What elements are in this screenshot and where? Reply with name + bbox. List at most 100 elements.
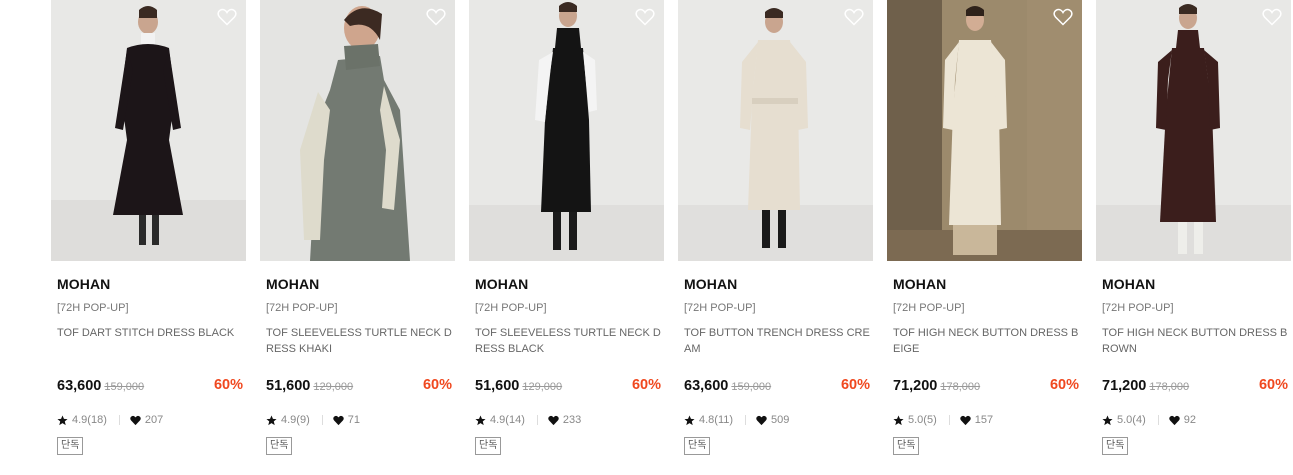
product-meta: 4.9(9) 71 <box>266 412 360 428</box>
product-image[interactable] <box>1096 0 1291 261</box>
rating-text: 5.0(4) <box>1117 414 1146 426</box>
discount-rate: 60% <box>422 377 452 393</box>
promo-tag: [72H POP-UP] <box>1102 302 1174 314</box>
price-row: 71,200 178,000 60% <box>1102 377 1288 397</box>
wishlist-heart-icon[interactable] <box>1262 8 1282 26</box>
product-name[interactable]: TOF SLEEVELESS TURTLE NECK DRESS KHAKI <box>266 325 454 357</box>
heart-filled-icon <box>548 415 559 425</box>
star-icon <box>57 414 68 425</box>
product-image[interactable] <box>469 0 664 261</box>
promo-tag: [72H POP-UP] <box>266 302 338 314</box>
original-price: 178,000 <box>1149 381 1190 393</box>
heart-filled-icon <box>1169 415 1180 425</box>
rating-text: 4.8(11) <box>699 414 734 426</box>
exclusive-badge: 단독 <box>266 437 293 455</box>
product-card[interactable]: MOHAN [72H POP-UP] TOF HIGH NECK BUTTON … <box>1096 0 1291 460</box>
product-image[interactable] <box>51 0 246 261</box>
original-price: 159,000 <box>104 381 145 393</box>
discount-rate: 60% <box>840 377 870 393</box>
product-meta: 4.9(14) 233 <box>475 412 581 428</box>
product-card[interactable]: MOHAN [72H POP-UP] TOF BUTTON TRENCH DRE… <box>678 0 873 460</box>
brand-name[interactable]: MOHAN <box>57 276 110 292</box>
product-card[interactable]: MOHAN [72H POP-UP] TOF SLEEVELESS TURTLE… <box>469 0 664 460</box>
promo-tag: [72H POP-UP] <box>57 302 129 314</box>
sale-price: 51,600 <box>266 378 311 394</box>
heart-filled-icon <box>130 415 141 425</box>
product-name[interactable]: TOF BUTTON TRENCH DRESS CREAM <box>684 325 872 357</box>
product-meta: 5.0(4) 92 <box>1102 412 1196 428</box>
likes-count: 92 <box>1183 414 1196 426</box>
product-meta: 4.8(11) 509 <box>684 412 789 428</box>
discount-rate: 60% <box>1049 377 1079 393</box>
exclusive-badge: 단독 <box>684 437 711 455</box>
sale-price: 63,600 <box>684 378 729 394</box>
wishlist-heart-icon[interactable] <box>844 8 864 26</box>
likes-count: 233 <box>562 414 582 426</box>
sale-price: 71,200 <box>893 378 938 394</box>
product-name[interactable]: TOF HIGH NECK BUTTON DRESS BROWN <box>1102 325 1290 357</box>
rating-text: 4.9(14) <box>490 414 525 426</box>
exclusive-badge: 단독 <box>475 437 502 455</box>
product-image[interactable] <box>887 0 1082 261</box>
rating-text: 4.9(18) <box>72 414 107 426</box>
brand-name[interactable]: MOHAN <box>893 276 946 292</box>
product-meta: 5.0(5) 157 <box>893 412 993 428</box>
original-price: 129,000 <box>313 381 354 393</box>
product-name[interactable]: TOF SLEEVELESS TURTLE NECK DRESS BLACK <box>475 325 663 357</box>
product-grid: MOHAN [72H POP-UP] TOF DART STITCH DRESS… <box>0 0 1293 475</box>
heart-filled-icon <box>333 415 344 425</box>
likes-count: 157 <box>974 414 994 426</box>
divider <box>118 415 120 425</box>
sale-price: 51,600 <box>475 378 520 394</box>
discount-rate: 60% <box>213 377 243 393</box>
price-row: 63,600 159,000 60% <box>57 377 243 397</box>
original-price: 159,000 <box>731 381 772 393</box>
brand-name[interactable]: MOHAN <box>1102 276 1155 292</box>
wishlist-heart-icon[interactable] <box>1053 8 1073 26</box>
divider <box>745 415 747 425</box>
promo-tag: [72H POP-UP] <box>893 302 965 314</box>
product-card[interactable]: MOHAN [72H POP-UP] TOF SLEEVELESS TURTLE… <box>260 0 455 460</box>
product-image[interactable] <box>260 0 455 261</box>
rating-text: 5.0(5) <box>908 414 937 426</box>
likes-count: 71 <box>347 414 360 426</box>
promo-tag: [72H POP-UP] <box>475 302 547 314</box>
divider <box>536 415 538 425</box>
product-name[interactable]: TOF DART STITCH DRESS BLACK <box>57 325 245 341</box>
heart-filled-icon <box>756 415 767 425</box>
original-price: 129,000 <box>522 381 563 393</box>
discount-rate: 60% <box>1258 377 1288 393</box>
product-card[interactable]: MOHAN [72H POP-UP] TOF HIGH NECK BUTTON … <box>887 0 1082 460</box>
sale-price: 63,600 <box>57 378 102 394</box>
price-row: 51,600 129,000 60% <box>266 377 452 397</box>
price-row: 71,200 178,000 60% <box>893 377 1079 397</box>
product-meta: 4.9(18) 207 <box>57 412 163 428</box>
rating-text: 4.9(9) <box>281 414 310 426</box>
product-image[interactable] <box>678 0 873 261</box>
sale-price: 71,200 <box>1102 378 1147 394</box>
brand-name[interactable]: MOHAN <box>475 276 528 292</box>
brand-name[interactable]: MOHAN <box>266 276 319 292</box>
divider <box>1157 415 1159 425</box>
star-icon <box>475 414 486 425</box>
wishlist-heart-icon[interactable] <box>426 8 446 26</box>
exclusive-badge: 단독 <box>1102 437 1129 455</box>
star-icon <box>266 414 277 425</box>
price-row: 63,600 159,000 60% <box>684 377 870 397</box>
divider <box>321 415 323 425</box>
brand-name[interactable]: MOHAN <box>684 276 737 292</box>
star-icon <box>684 414 695 425</box>
product-name[interactable]: TOF HIGH NECK BUTTON DRESS BEIGE <box>893 325 1081 357</box>
promo-tag: [72H POP-UP] <box>684 302 756 314</box>
divider <box>948 415 950 425</box>
heart-filled-icon <box>960 415 971 425</box>
star-icon <box>893 414 904 425</box>
star-icon <box>1102 414 1113 425</box>
likes-count: 207 <box>144 414 164 426</box>
original-price: 178,000 <box>940 381 981 393</box>
exclusive-badge: 단독 <box>57 437 84 455</box>
wishlist-heart-icon[interactable] <box>217 8 237 26</box>
product-card[interactable]: MOHAN [72H POP-UP] TOF DART STITCH DRESS… <box>51 0 246 460</box>
wishlist-heart-icon[interactable] <box>635 8 655 26</box>
price-row: 51,600 129,000 60% <box>475 377 661 397</box>
